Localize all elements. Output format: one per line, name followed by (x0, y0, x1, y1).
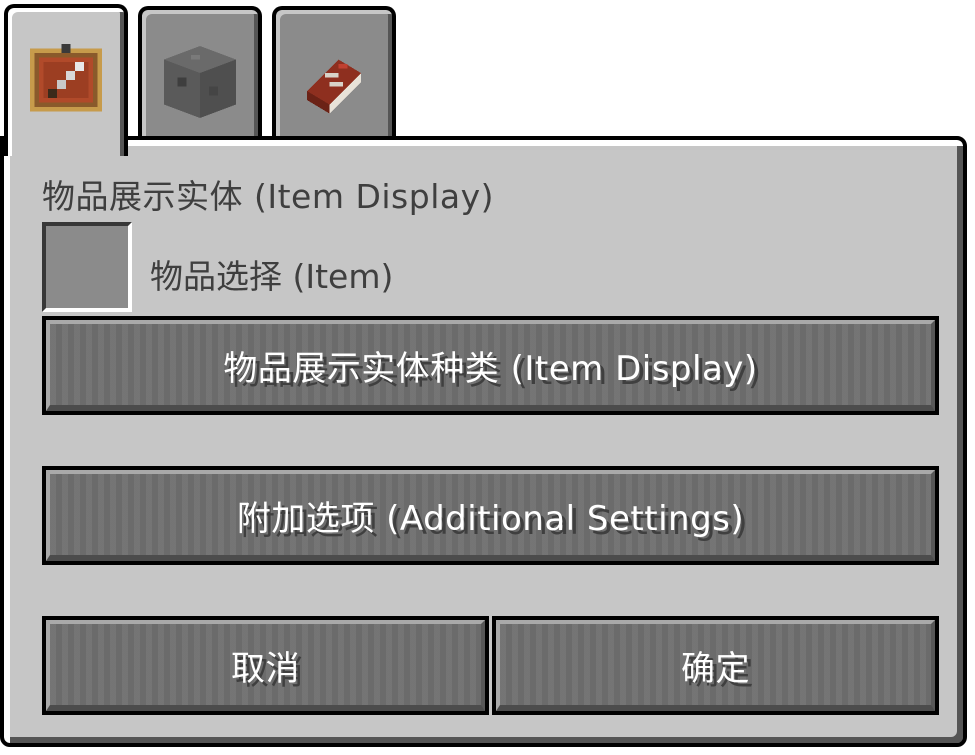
item-frame-icon (30, 44, 102, 112)
cancel-button[interactable]: 取消 (42, 616, 489, 715)
cancel-button-label: 取消 (231, 649, 300, 689)
display-type-button-label: 物品展示实体种类 (Item Display) (223, 349, 758, 389)
stone-block-icon (164, 46, 236, 118)
confirm-button[interactable]: 确定 (492, 616, 939, 715)
tab-block[interactable] (138, 6, 262, 146)
panel-title: 物品展示实体 (Item Display) (42, 177, 494, 216)
settings-panel: 物品展示实体 (Item Display) 物品选择 (Item) 物品展示实体… (0, 136, 967, 747)
additional-settings-button[interactable]: 附加选项 (Additional Settings) (42, 466, 939, 565)
item-slot[interactable] (42, 222, 132, 312)
tab-item-frame[interactable] (4, 4, 128, 156)
confirm-button-label: 确定 (681, 649, 750, 689)
display-type-button[interactable]: 物品展示实体种类 (Item Display) (42, 316, 939, 415)
book-icon (307, 59, 361, 114)
item-slot-label: 物品选择 (Item) (150, 257, 394, 296)
additional-settings-button-label: 附加选项 (Additional Settings) (236, 499, 745, 539)
tab-book[interactable] (272, 6, 396, 146)
